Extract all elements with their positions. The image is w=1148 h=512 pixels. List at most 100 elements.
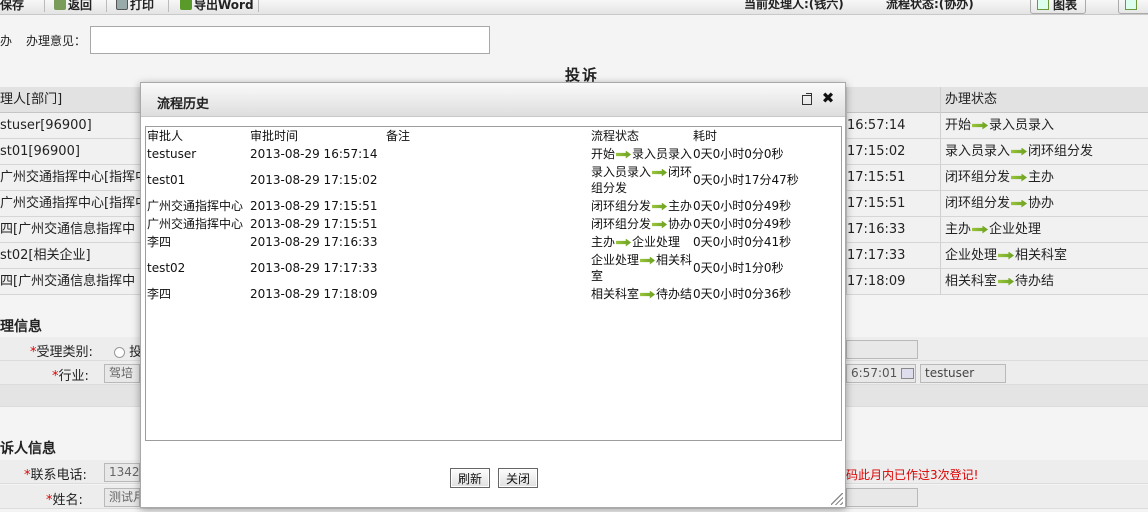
history-duration: 0天0小时0分0秒 [693,147,784,161]
opinion-textarea[interactable] [90,26,490,54]
registrar-field[interactable]: testuser [920,364,1006,383]
row-time: 17:15:51 [846,191,940,217]
history-approver: 李四 [147,235,172,249]
name-input[interactable]: 测试月 [104,488,140,507]
status-to: 闭环组分发 [1028,144,1094,159]
history-time: 2013-08-29 17:15:51 [250,199,378,213]
history-approver: 广州交通指挥中心 [147,199,244,213]
dialog-header[interactable]: 流程历史 ✖ [141,83,845,117]
row-status: 闭环组分发 主办 [940,165,1148,191]
row-time: 17:15:02 [846,139,940,165]
toolbar-extra-button[interactable] [1118,0,1148,14]
chart-label: 图表 [1053,0,1078,12]
history-status: 闭环组分发 主办 [591,198,693,214]
right-arrow-icon [640,290,656,299]
history-time: 2013-08-29 17:15:02 [250,173,378,187]
resize-handle[interactable] [831,493,843,505]
flow-status: 流程状态:(协办) [886,0,974,11]
refresh-button[interactable]: 刷新 [450,468,490,488]
history-time: 2013-08-29 17:15:51 [250,217,378,231]
accept-time-field[interactable]: 6:57:01 [846,364,916,383]
row-time: 17:15:51 [846,165,940,191]
row-time: 17:18:09 [846,269,940,295]
maximize-icon[interactable] [802,93,812,105]
right-arrow-icon [652,220,668,229]
status-from: 闭环组分发 [945,170,1011,185]
status-to: 主办 [1028,170,1055,185]
row-status: 相关科室 待办结 [940,269,1148,295]
right-arrow-icon [652,202,668,211]
accept-info-title: 理信息 [0,319,42,335]
name-side-field[interactable] [846,488,918,507]
status-to: 协办 [668,217,693,231]
back-button[interactable]: 返回 [54,0,92,13]
toolbar-divider [106,0,107,12]
header-handler: 理人[部门] [0,92,63,107]
phone-label-text: 联系电话: [30,468,87,483]
history-status: 主办 企业处理 [591,234,693,250]
current-handler: 当前处理人:(钱六) [744,0,844,11]
right-arrow-icon [616,238,632,247]
status-from: 开始 [591,147,616,161]
phone-input[interactable]: 13422 [104,463,140,482]
print-button[interactable]: 打印 [116,0,154,13]
calendar-icon[interactable] [901,368,915,379]
row-status: 录入员录入 闭环组分发 [940,139,1148,165]
opinion-prefix: 办 [0,34,13,48]
status-to: 待办结 [656,287,693,301]
history-duration: 0天0小时17分47秒 [693,173,799,187]
opinion-row: 办 办理意见： [0,24,1148,56]
status-from: 闭环组分发 [591,217,652,231]
history-approver: testuser [147,147,197,161]
chart-button[interactable]: 图表 [1030,0,1086,14]
industry-select[interactable]: 驾培 [104,364,140,383]
name-label-text: 姓名: [52,493,83,508]
row-time: 17:17:33 [846,243,940,269]
export-icon [180,0,192,10]
history-status: 企业处理 相关科室 [591,252,693,284]
col-approver: 审批人 [147,129,184,143]
row-time: 17:16:33 [846,217,940,243]
status-to: 企业处理 [989,222,1042,237]
export-word-button[interactable]: 导出Word [180,0,254,13]
history-duration: 0天0小时0分49秒 [693,199,792,213]
status-to: 录入员录入 [632,147,693,161]
chart-icon [1037,0,1049,10]
status-from: 闭环组分发 [945,196,1011,211]
status-to: 主办 [668,199,693,213]
name-label: *姓名: [46,493,83,508]
toolbar: 保存 返回 打印 导出Word 当前处理人:(钱六) 流程状态:(协办) 图表 [0,0,1148,15]
status-from: 闭环组分发 [591,199,652,213]
row-status: 开始 录入员录入 [940,113,1148,139]
history-status: 录入员录入 闭环组分发 [591,164,693,196]
category-radio[interactable]: 投 [114,341,142,360]
right-arrow-icon [998,277,1015,286]
toolbar-divider [168,0,169,12]
dialog-title: 流程历史 [157,97,210,112]
status-from: 企业处理 [945,248,998,263]
right-arrow-icon [972,225,989,234]
category-label-text: 受理类别: [36,345,93,360]
toolbar-divider [258,0,259,12]
right-arrow-icon [1011,199,1028,208]
history-duration: 0天0小时0分49秒 [693,217,792,231]
history-status: 开始 录入员录入 [591,146,693,162]
save-button[interactable]: 保存 [0,0,24,13]
status-from: 企业处理 [591,253,640,267]
close-icon[interactable]: ✖ [820,89,836,107]
status-from: 录入员录入 [945,144,1011,159]
col-time: 审批时间 [250,129,299,143]
header-status: 办理状态 [940,87,1148,113]
history-approver: 广州交通指挥中心 [147,217,244,231]
row-status: 企业处理 相关科室 [940,243,1148,269]
right-arrow-icon [1011,147,1028,156]
document-icon [1125,0,1137,10]
close-button[interactable]: 关闭 [498,468,538,488]
history-table: 审批人 审批时间 备注 流程状态 耗时 testuser 2013-08-29 1… [145,126,842,441]
row-handler: 四[广州交通信息指挥中 [0,222,136,237]
row-handler: 广州交通指挥中心[指挥中 [0,196,142,211]
right-arrow-icon [998,251,1015,260]
accept-field[interactable] [846,340,918,359]
status-to: 待办结 [1015,274,1055,289]
phone-label: *联系电话: [24,468,87,483]
